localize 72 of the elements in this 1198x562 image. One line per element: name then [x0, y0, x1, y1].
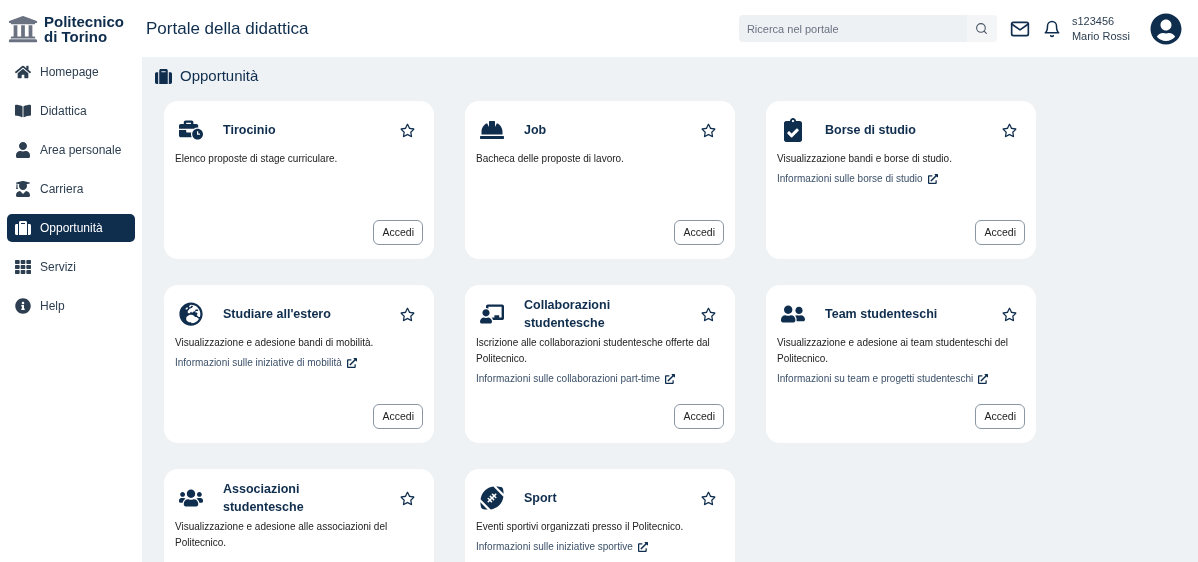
accedi-button[interactable]: Accedi [975, 220, 1025, 245]
sidebar-item[interactable]: Didattica [7, 97, 135, 125]
card-title: Collaborazioni studentesche [524, 297, 612, 332]
person-icon [15, 142, 31, 158]
accedi-button[interactable]: Accedi [975, 404, 1025, 429]
card-title: Sport [524, 490, 558, 507]
info-link[interactable]: Informazioni sulle collaborazioni part-time [476, 371, 724, 387]
sidebar-item[interactable]: Opportunità [7, 214, 135, 242]
favorite-star-button[interactable] [400, 306, 415, 322]
briefcase-clock-icon [179, 118, 203, 142]
sidebar-item[interactable]: Carriera [7, 175, 135, 203]
search-field[interactable]: Ricerca nel portale [738, 15, 967, 42]
card-title: Associazioni studentesche [223, 481, 305, 516]
card-title: Borse di studio [825, 122, 917, 139]
sidebar-item[interactable]: Area personale [7, 136, 135, 164]
favorite-star-button[interactable] [701, 122, 716, 138]
sidebar-item[interactable]: Homepage [7, 58, 135, 86]
home-icon [15, 64, 31, 80]
card-description: Visualizzazione e adesione alle associazioni del Politecnico. [175, 520, 389, 550]
favorite-star-button[interactable] [1002, 122, 1017, 138]
external-link-icon [978, 374, 989, 384]
card-description: Elenco proposte di stage curriculare. [175, 152, 339, 166]
card-title: Tirocinio [223, 122, 277, 139]
clipboard-check-icon [781, 118, 805, 142]
favorite-star-button[interactable] [400, 122, 415, 138]
teacher-board-icon [480, 302, 504, 326]
sidebar-item[interactable]: Servizi [7, 253, 135, 281]
external-link-icon [637, 542, 648, 552]
info-link[interactable]: Informazioni sulle iniziative sportive [476, 539, 724, 555]
card-description: Bacheca delle proposte di lavoro. [476, 152, 625, 166]
book-icon [15, 103, 31, 119]
accedi-button[interactable]: Accedi [674, 404, 724, 429]
external-link-icon [665, 374, 675, 384]
graduate-icon [15, 181, 31, 197]
user-name: Mario Rossi [1071, 28, 1130, 44]
user-id: s123456 [1071, 13, 1116, 29]
card-title: Job [524, 122, 548, 139]
card-description: Visualizzazione e adesione bandi di mobilità. [175, 336, 375, 350]
page-title: Opportunità [180, 65, 259, 86]
favorite-star-button[interactable] [400, 490, 415, 506]
accedi-button[interactable]: Accedi [674, 220, 724, 245]
search-icon [975, 22, 989, 35]
football-icon [480, 486, 504, 510]
suitcase-icon [155, 67, 172, 85]
sidebar-item[interactable]: Help [7, 292, 135, 320]
info-link[interactable]: Informazioni sulle borse di studio [777, 171, 1025, 187]
search-button[interactable] [966, 15, 997, 42]
card-title: Team studenteschi [825, 306, 939, 323]
info-icon [15, 298, 31, 314]
logo-text: Politecnico [44, 13, 125, 29]
favorite-star-button[interactable] [701, 490, 716, 506]
accedi-button[interactable]: Accedi [373, 404, 423, 429]
logo-text: di Torino [44, 28, 109, 44]
card-description: Visualizzazione e adesione ai team studenteschi del Politecnico. [777, 336, 1010, 366]
favorite-star-button[interactable] [701, 306, 716, 322]
card-description: Iscrizione alle collaborazioni studentesche offerte dal Politecnico. [476, 336, 711, 366]
hard-hat-icon [480, 118, 504, 142]
external-link-icon [346, 358, 357, 368]
portal-title: Portale della didattica [146, 17, 309, 40]
accedi-button[interactable]: Accedi [373, 220, 423, 245]
info-link[interactable]: Informazioni sulle iniziative di mobilità [175, 355, 423, 371]
globe-icon [179, 302, 203, 326]
suitcase-icon [15, 220, 31, 236]
card-description: Eventi sportivi organizzati presso il Politecnico. [476, 520, 685, 534]
grid-icon [15, 259, 31, 275]
card-title: Studiare all'estero [223, 306, 332, 323]
card-description: Visualizzazione bandi e borse di studio. [777, 152, 953, 166]
external-link-icon [927, 174, 938, 184]
info-link[interactable]: Informazioni su team e progetti studenteschi [777, 371, 1025, 387]
avatar-icon[interactable] [1150, 12, 1182, 45]
bell-icon[interactable] [1042, 18, 1061, 39]
favorite-star-button[interactable] [1002, 306, 1017, 322]
